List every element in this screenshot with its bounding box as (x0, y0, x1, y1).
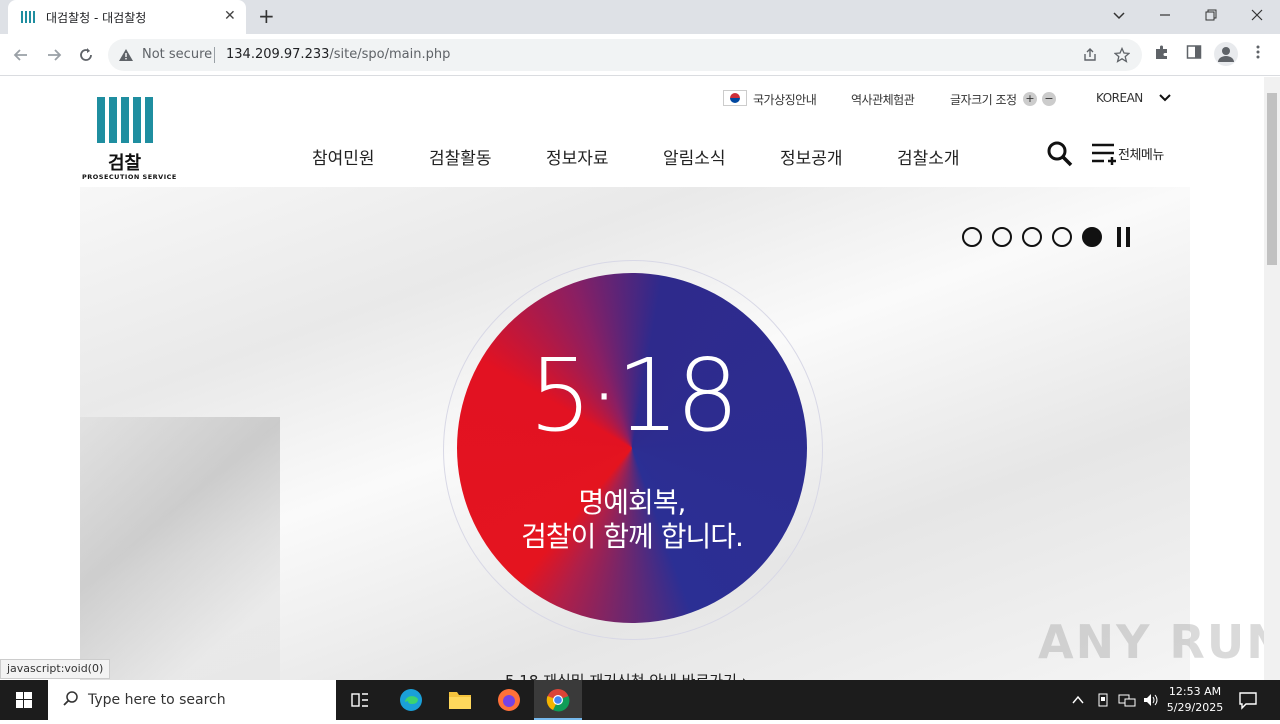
font-increase-button[interactable]: + (1023, 92, 1037, 106)
restore-icon[interactable] (1204, 8, 1218, 22)
browser-toolbar: Not secure 134.209.97.233/site/spo/main.… (0, 34, 1280, 76)
forward-arrow-icon[interactable] (45, 46, 63, 64)
taskbar-clock[interactable]: 12:53 AM 5/29/2025 (1164, 684, 1226, 716)
font-size-label: 글자크기 조정 (950, 93, 1017, 107)
notification-icon[interactable] (1238, 690, 1258, 710)
font-decrease-button[interactable]: − (1042, 92, 1056, 106)
hero-subtitle-line-2: 검찰이 함께 합니다. (521, 520, 744, 553)
file-explorer-icon[interactable] (448, 689, 472, 711)
slide-indicator-3[interactable] (1022, 227, 1042, 247)
language-select[interactable]: KOREAN (1096, 91, 1143, 105)
site-favicon-icon (21, 11, 35, 23)
arrow-right-icon: › (742, 672, 748, 680)
volume-icon[interactable] (1142, 692, 1160, 708)
hero-title: 5·18 (528, 337, 740, 454)
url-text[interactable]: 134.209.97.233/site/spo/main.php (226, 47, 450, 62)
warning-icon[interactable] (118, 47, 134, 63)
share-icon[interactable] (1082, 47, 1098, 63)
address-divider (214, 47, 215, 63)
chevron-down-icon[interactable] (1159, 93, 1171, 103)
gnb-item-activities[interactable]: 검찰활동 (429, 144, 492, 169)
device-icon[interactable] (1096, 692, 1110, 708)
url-path: /site/spo/main.php (329, 47, 451, 62)
logo-korean-text: 검찰 (108, 153, 142, 174)
anyrun-watermark: ANY RUN (1038, 615, 1264, 669)
gnb-item-about[interactable]: 검찰소개 (897, 144, 960, 169)
taskbar-search-box[interactable]: Type here to search (48, 680, 336, 720)
url-host: 134.209.97.233 (226, 47, 330, 62)
hero-shortcut-text: 5.18 재심및 재기신청 안내 바로가기 (505, 672, 737, 680)
tab-close-icon[interactable]: ✕ (224, 8, 236, 24)
chrome-icon (546, 689, 570, 712)
firefox-icon[interactable] (497, 688, 521, 712)
edge-icon[interactable] (399, 688, 423, 712)
windows-taskbar: Type here to search 12:53 AM 5/29/2025 (0, 680, 1280, 720)
gnb-item-civil[interactable]: 참여민원 (312, 144, 375, 169)
scrollbar-thumb[interactable] (1267, 93, 1277, 265)
start-button[interactable] (0, 680, 48, 720)
extensions-icon[interactable] (1154, 44, 1170, 60)
web-page: 검찰 PROSECUTION SERVICE 국가상징안내 역사관체험관 글자크… (0, 77, 1264, 680)
clock-time: 12:53 AM (1168, 685, 1222, 698)
logo-english-text: PROSECUTION SERVICE (82, 173, 177, 181)
search-icon[interactable] (1046, 140, 1074, 168)
slide-indicator-5[interactable] (1082, 227, 1102, 247)
reload-icon[interactable] (77, 46, 95, 64)
hero-shortcut-link[interactable]: 5.18 재심및 재기신청 안내 바로가기 › (505, 670, 748, 680)
status-bar-tooltip: javascript:void(0) (0, 659, 111, 679)
back-arrow-icon[interactable] (12, 46, 30, 64)
magnifier-icon (63, 691, 78, 706)
gnb-item-disclosure[interactable]: 정보공개 (780, 144, 843, 169)
tray-chevron-up-icon[interactable] (1071, 694, 1085, 706)
security-label[interactable]: Not secure (142, 47, 212, 62)
task-view-icon[interactable] (350, 690, 370, 710)
slide-indicator-1[interactable] (962, 227, 982, 247)
tab-title: 대검찰청 - 대검찰청 (46, 11, 147, 25)
page-scrollbar[interactable] (1264, 77, 1280, 680)
close-window-icon[interactable] (1250, 8, 1264, 22)
national-symbol-link[interactable]: 국가상징안내 (753, 91, 817, 108)
clock-date: 5/29/2025 (1166, 701, 1224, 714)
hero-archive-photo (80, 417, 280, 680)
profile-icon (1218, 47, 1234, 62)
all-menu-label[interactable]: 전체메뉴 (1118, 144, 1164, 163)
chrome-menu-icon[interactable] (1252, 44, 1264, 60)
history-hall-link[interactable]: 역사관체험관 (851, 91, 915, 108)
bookmark-star-icon[interactable] (1114, 47, 1130, 63)
side-panel-icon[interactable] (1186, 44, 1202, 60)
address-bar[interactable]: Not secure 134.209.97.233/site/spo/main.… (108, 39, 1142, 71)
browser-tab[interactable]: 대검찰청 - 대검찰청 ✕ (8, 0, 246, 34)
gnb-item-news[interactable]: 알림소식 (663, 144, 726, 169)
slide-indicator-2[interactable] (992, 227, 1012, 247)
minimize-icon[interactable] (1158, 8, 1172, 22)
all-menu-icon[interactable] (1090, 141, 1118, 167)
browser-tab-bar: 대검찰청 - 대검찰청 ✕ + (0, 0, 1280, 34)
pause-icon[interactable] (1117, 227, 1131, 247)
new-tab-button[interactable]: + (258, 4, 275, 28)
tab-search-chevron-icon[interactable] (1112, 8, 1126, 22)
gnb-item-resources[interactable]: 정보자료 (546, 144, 609, 169)
chrome-taskbar-button[interactable] (534, 680, 582, 720)
profile-avatar[interactable] (1214, 42, 1238, 66)
network-icon[interactable] (1118, 692, 1136, 708)
slide-indicator-4[interactable] (1052, 227, 1072, 247)
korean-flag-icon (723, 90, 747, 106)
taskbar-search-placeholder: Type here to search (88, 692, 226, 708)
windows-logo-icon (16, 692, 32, 708)
